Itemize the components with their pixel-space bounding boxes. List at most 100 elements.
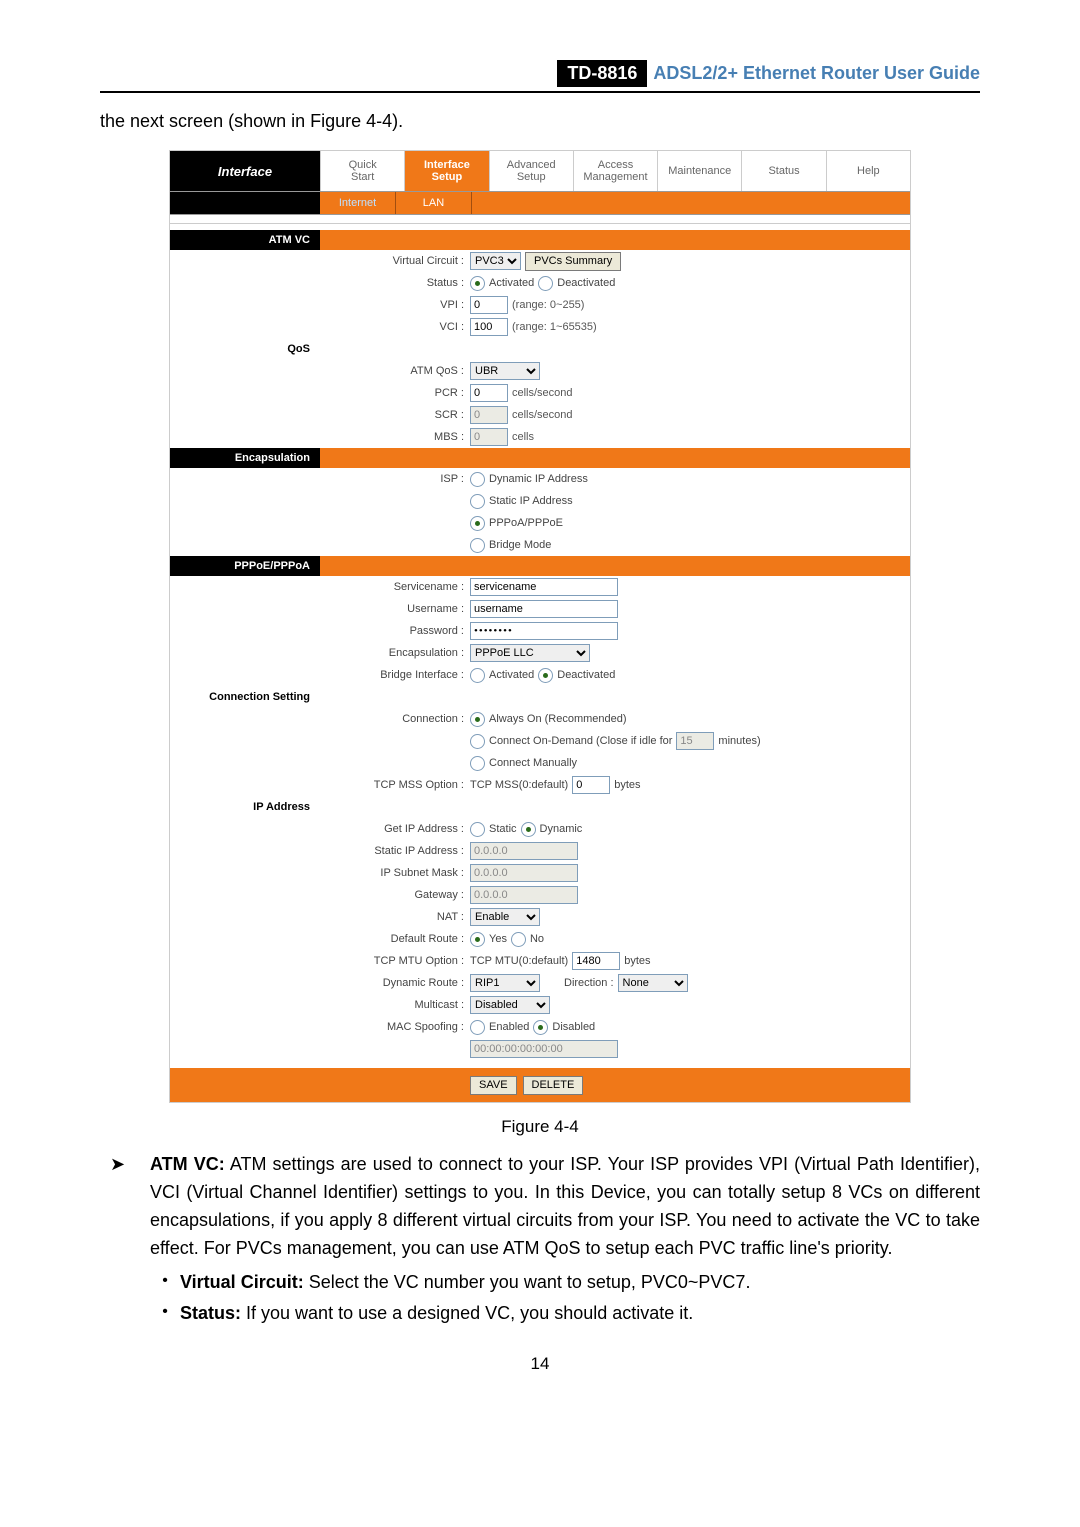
idle-unit: minutes) xyxy=(718,735,760,747)
isp-bridge-label: Bridge Mode xyxy=(489,539,551,551)
conn-ondemand-radio[interactable] xyxy=(470,734,485,749)
label-uname: Username : xyxy=(170,603,470,615)
servicename-input[interactable] xyxy=(470,578,618,596)
mac-input[interactable] xyxy=(470,1040,618,1058)
droute-yes-label: Yes xyxy=(489,933,507,945)
staticip-input[interactable] xyxy=(470,842,578,860)
atmqos-select[interactable]: UBR xyxy=(470,362,540,380)
tab-advanced-setup[interactable]: Advanced Setup xyxy=(489,151,573,191)
mss-input[interactable] xyxy=(572,776,610,794)
macspoof-disabled-radio[interactable] xyxy=(533,1020,548,1035)
section-atmvc: ATM VC xyxy=(170,230,320,250)
getip-dynamic-radio[interactable] xyxy=(521,822,536,837)
label-pwd: Password : xyxy=(170,625,470,637)
mtu-prefix: TCP MTU(0:default) xyxy=(470,955,568,967)
conn-manual-radio[interactable] xyxy=(470,756,485,771)
subbullet-icon: • xyxy=(150,1269,180,1297)
label-staticip: Static IP Address : xyxy=(170,845,470,857)
encapsulation-select[interactable]: PPPoE LLC xyxy=(470,644,590,662)
password-input[interactable] xyxy=(470,622,618,640)
delete-button[interactable]: DELETE xyxy=(523,1076,584,1095)
tab-access-management[interactable]: Access Management xyxy=(573,151,657,191)
side-title: Interface xyxy=(170,151,320,191)
label-isp: ISP : xyxy=(170,473,470,485)
isp-pppoa-radio[interactable] xyxy=(470,516,485,531)
vpi-input[interactable] xyxy=(470,296,508,314)
tab-help[interactable]: Help xyxy=(826,151,910,191)
isp-dynamic-radio[interactable] xyxy=(470,472,485,487)
vc-select[interactable]: PVC3 xyxy=(470,252,521,270)
tab-status[interactable]: Status xyxy=(741,151,825,191)
bif-activated-radio[interactable] xyxy=(470,668,485,683)
direction-select[interactable]: None xyxy=(618,974,688,992)
dynroute-select[interactable]: RIP1 xyxy=(470,974,540,992)
body-s1: Virtual Circuit: Select the VC number yo… xyxy=(180,1269,750,1297)
vci-hint: (range: 1~65535) xyxy=(512,321,597,333)
label-nat: NAT : xyxy=(170,911,470,923)
mask-input[interactable] xyxy=(470,864,578,882)
label-enc: Encapsulation : xyxy=(170,647,470,659)
scr-hint: cells/second xyxy=(512,409,573,421)
getip-static-label: Static xyxy=(489,823,517,835)
gateway-input[interactable] xyxy=(470,886,578,904)
getip-static-radio[interactable] xyxy=(470,822,485,837)
bif-deactivated-radio[interactable] xyxy=(538,668,553,683)
section-ip: IP Address xyxy=(170,801,320,813)
pcr-hint: cells/second xyxy=(512,387,573,399)
label-connection: Connection : xyxy=(170,713,470,725)
mtu-input[interactable] xyxy=(572,952,620,970)
isp-static-radio[interactable] xyxy=(470,494,485,509)
label-mask: IP Subnet Mask : xyxy=(170,867,470,879)
guide-title: ADSL2/2+ Ethernet Router User Guide xyxy=(647,63,980,83)
label-droute: Default Route : xyxy=(170,933,470,945)
nat-select[interactable]: Enable xyxy=(470,908,540,926)
isp-static-label: Static IP Address xyxy=(489,495,573,507)
conn-always-radio[interactable] xyxy=(470,712,485,727)
mbs-input[interactable] xyxy=(470,428,508,446)
status-deactivated-label: Deactivated xyxy=(557,277,615,289)
scr-input[interactable] xyxy=(470,406,508,424)
bullet-icon: ➤ xyxy=(100,1151,150,1263)
tab-quick-start[interactable]: Quick Start xyxy=(320,151,404,191)
label-sname: Servicename : xyxy=(170,581,470,593)
mss-prefix: TCP MSS(0:default) xyxy=(470,779,568,791)
macspoof-enabled-radio[interactable] xyxy=(470,1020,485,1035)
vci-input[interactable] xyxy=(470,318,508,336)
section-encap: Encapsulation xyxy=(170,448,320,468)
mss-unit: bytes xyxy=(614,779,640,791)
label-gw: Gateway : xyxy=(170,889,470,901)
router-ui-screenshot: Interface Quick Start Interface Setup Ad… xyxy=(169,150,911,1103)
label-status: Status : xyxy=(170,277,470,289)
idle-input[interactable] xyxy=(676,732,714,750)
username-input[interactable] xyxy=(470,600,618,618)
section-conn: Connection Setting xyxy=(170,691,320,703)
save-button[interactable]: SAVE xyxy=(470,1076,517,1095)
subtab-lan[interactable]: LAN xyxy=(396,192,472,214)
label-direction: Direction : xyxy=(564,977,614,989)
mtu-unit: bytes xyxy=(624,955,650,967)
droute-no-radio[interactable] xyxy=(511,932,526,947)
droute-no-label: No xyxy=(530,933,544,945)
subtab-internet[interactable]: Internet xyxy=(320,192,396,214)
droute-yes-radio[interactable] xyxy=(470,932,485,947)
model-badge: TD-8816 xyxy=(557,60,647,87)
status-activated-radio[interactable] xyxy=(470,276,485,291)
intro-text: the next screen (shown in Figure 4-4). xyxy=(100,111,980,132)
bif-activated-label: Activated xyxy=(489,669,534,681)
pvcs-summary-button[interactable]: PVCs Summary xyxy=(525,252,621,271)
isp-bridge-radio[interactable] xyxy=(470,538,485,553)
label-bif: Bridge Interface : xyxy=(170,669,470,681)
tab-maintenance[interactable]: Maintenance xyxy=(657,151,741,191)
subbullet-icon: • xyxy=(150,1300,180,1328)
tab-interface-setup[interactable]: Interface Setup xyxy=(404,151,488,191)
label-vci: VCI : xyxy=(170,321,470,333)
pcr-input[interactable] xyxy=(470,384,508,402)
multicast-select[interactable]: Disabled xyxy=(470,996,550,1014)
conn-always-label: Always On (Recommended) xyxy=(489,713,627,725)
status-deactivated-radio[interactable] xyxy=(538,276,553,291)
label-tcpmss: TCP MSS Option : xyxy=(170,779,470,791)
figure-caption: Figure 4-4 xyxy=(100,1117,980,1137)
label-multicast: Multicast : xyxy=(170,999,470,1011)
label-getip: Get IP Address : xyxy=(170,823,470,835)
vpi-hint: (range: 0~255) xyxy=(512,299,584,311)
